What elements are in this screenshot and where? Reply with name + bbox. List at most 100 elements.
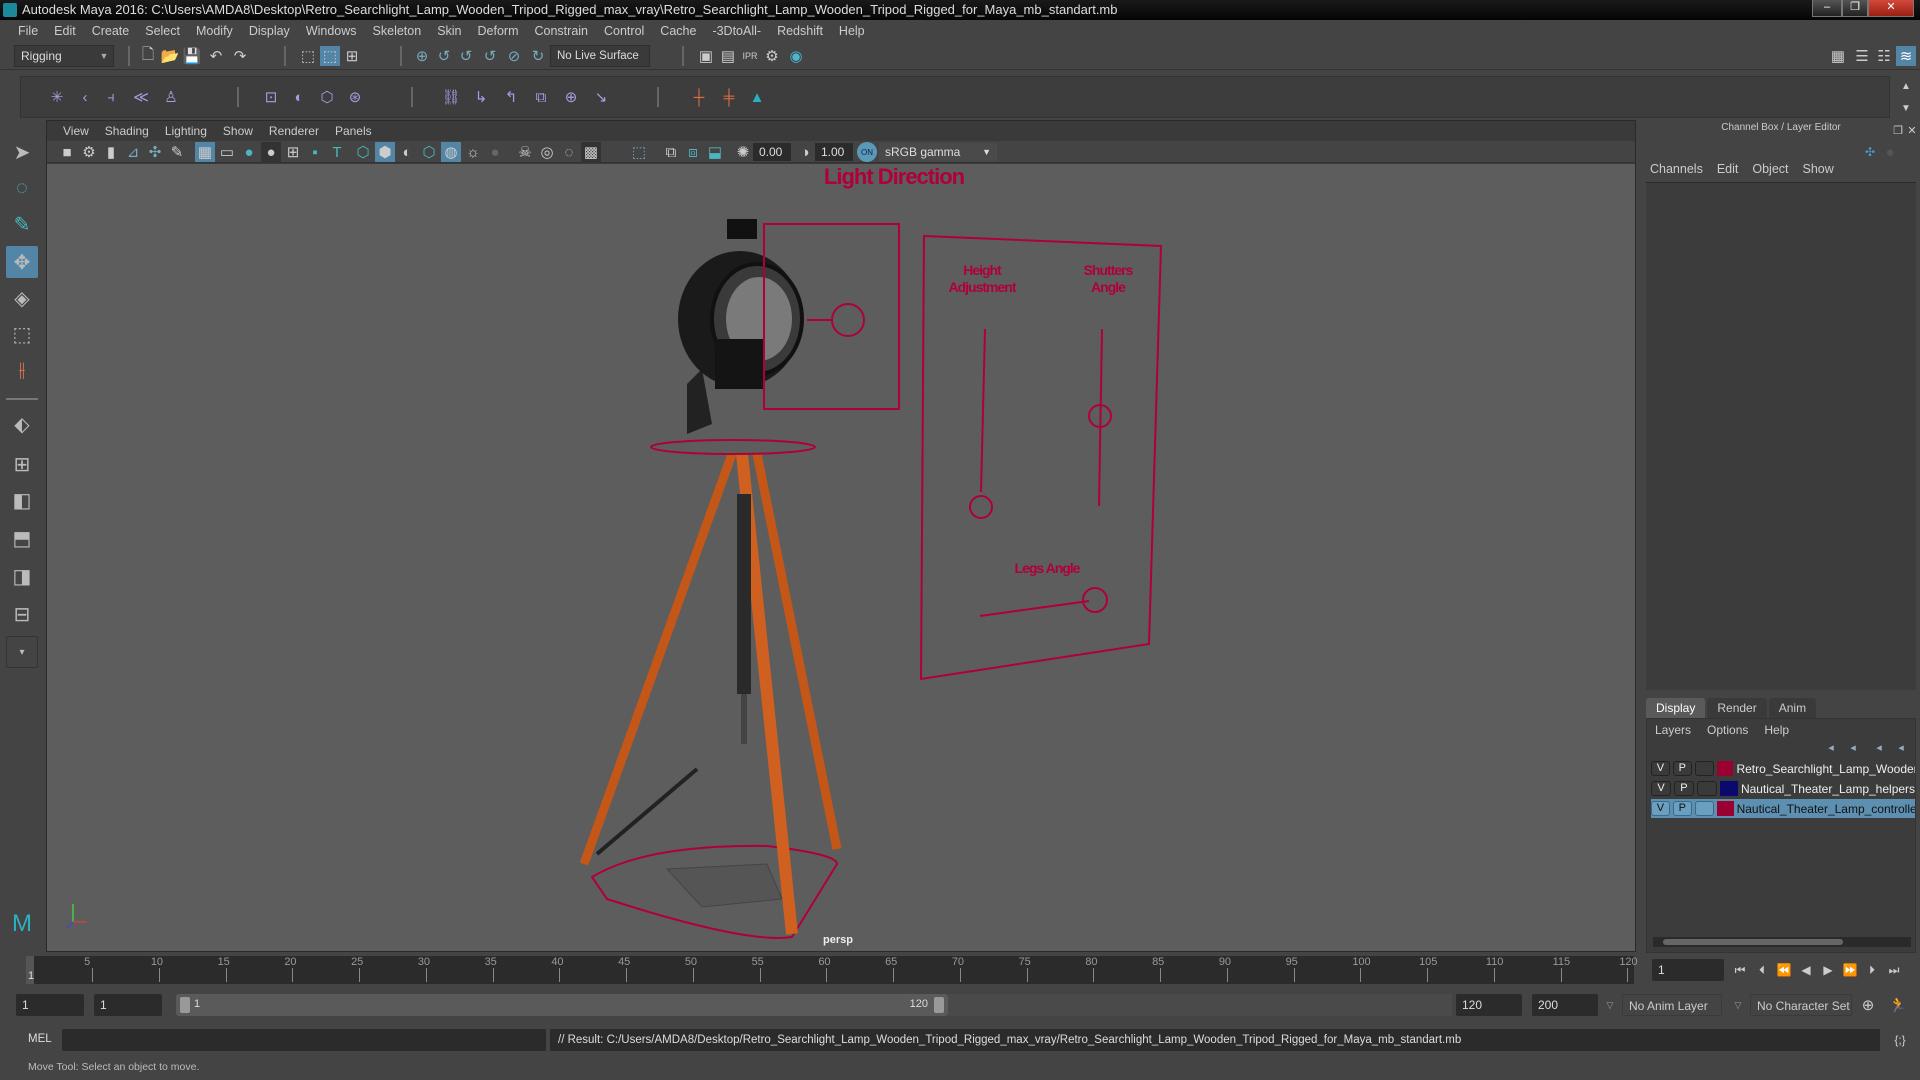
isolate-select-icon[interactable]: ▩ — [581, 142, 601, 162]
cb-menu-channels[interactable]: Channels — [1650, 162, 1703, 176]
snap-curve-icon[interactable]: ↺ — [434, 46, 454, 66]
anim-layer-dropdown[interactable]: No Anim Layer — [1622, 994, 1722, 1016]
menu-create[interactable]: Create — [84, 20, 138, 42]
image-plane-icon[interactable]: ⊿ — [123, 142, 143, 162]
minimize-button[interactable]: – — [1812, 0, 1842, 17]
menu-modify[interactable]: Modify — [188, 20, 241, 42]
screen-space-ao-icon[interactable]: ● — [485, 142, 505, 162]
playback-start-field[interactable]: 1 — [94, 994, 162, 1016]
time-ruler[interactable]: 1 5 10 15 20 25 30 35 40 45 50 55 60 65 70 75 80 85 90 95 1… — [26, 956, 1638, 984]
modeling-toolkit-icon[interactable]: ▦ — [1828, 46, 1848, 66]
channel-sync-icon[interactable]: ● — [1880, 142, 1900, 162]
paint-weights-icon[interactable]: ◐ — [289, 87, 309, 107]
script-language-toggle[interactable]: MEL — [28, 1033, 52, 1045]
safe-title-icon[interactable]: T — [327, 142, 347, 162]
exposure-field[interactable]: 0.00 — [753, 143, 791, 161]
camera-attributes-icon[interactable]: ⚙ — [79, 142, 99, 162]
menu-deform[interactable]: Deform — [470, 20, 527, 42]
joint-tool-icon[interactable]: ✳ — [47, 87, 67, 107]
depth-of-field-icon[interactable]: ◌ — [559, 142, 579, 162]
menu-control[interactable]: Control — [596, 20, 652, 42]
hypershade-icon[interactable]: ◉ — [786, 46, 806, 66]
xray-icon[interactable]: ⬚ — [629, 142, 649, 162]
step-forward-frame-icon[interactable]: ⏵ — [1862, 960, 1882, 980]
snap-view-plane-icon[interactable]: ↺ — [480, 46, 500, 66]
safe-action-icon[interactable]: ▪ — [305, 142, 325, 162]
move-layer-up-icon[interactable]: ◂ — [1821, 737, 1841, 757]
channel-box-toggle-icon[interactable]: ≋ — [1896, 46, 1916, 66]
le-menu-layers[interactable]: Layers — [1655, 723, 1691, 737]
shelf-scroll-down-icon[interactable]: ▼ — [1896, 98, 1916, 118]
snap-surface-icon[interactable]: ⊘ — [504, 46, 524, 66]
lasso-tool-icon[interactable]: ◌ — [6, 172, 38, 204]
layer-editor-scrollbar[interactable] — [1653, 937, 1911, 947]
3dtoall-icon[interactable]: ▲ — [747, 87, 767, 107]
select-object-icon[interactable]: ⬚ — [320, 46, 340, 66]
wireframe-on-shaded-icon[interactable]: ◐ — [397, 142, 417, 162]
redo-icon[interactable]: ↷ — [230, 46, 250, 66]
four-view-layout-icon[interactable]: ⊞ — [6, 448, 38, 480]
scale-constraint-icon[interactable]: ⧉ — [531, 87, 551, 107]
move-tool-icon[interactable]: ✥ — [6, 246, 38, 278]
current-frame-field[interactable]: 1 — [1652, 959, 1724, 981]
select-component-icon[interactable]: ⊞ — [342, 46, 362, 66]
le-menu-help[interactable]: Help — [1764, 723, 1789, 737]
axis-manipulator-icon[interactable]: ✣ — [1860, 142, 1880, 162]
3d-viewport[interactable]: Light Direction Height Adjustment Shutte… — [47, 164, 1635, 951]
ik-spline-icon[interactable]: ⫞ — [101, 87, 121, 107]
xray-active-icon[interactable]: ⧈ — [683, 142, 703, 162]
head-ring-controller[interactable] — [650, 439, 816, 455]
insert-joint-icon[interactable]: ≪ — [131, 87, 151, 107]
snap-live-icon[interactable]: ↻ — [528, 46, 548, 66]
cb-menu-edit[interactable]: Edit — [1717, 162, 1739, 176]
shadows-icon[interactable]: ☼ — [463, 142, 483, 162]
legs-angle-handle[interactable] — [1082, 587, 1108, 613]
command-input[interactable] — [62, 1029, 546, 1051]
locator-constraint-icon[interactable]: ╪ — [719, 87, 739, 107]
play-forward-icon[interactable]: ▶ — [1818, 960, 1838, 980]
2d-pan-zoom-icon[interactable]: ✣ — [145, 142, 165, 162]
resolution-gate-icon[interactable]: ● — [239, 142, 259, 162]
le-menu-options[interactable]: Options — [1707, 723, 1748, 737]
color-space-dropdown[interactable]: sRGB gamma ▼ — [879, 143, 997, 161]
paint-select-tool-icon[interactable]: ✎ — [6, 208, 38, 240]
layer-color-swatch[interactable] — [1716, 801, 1734, 816]
save-scene-icon[interactable]: 💾 — [182, 46, 202, 66]
range-slider[interactable]: 1 120 — [176, 994, 948, 1016]
vp-menu-renderer[interactable]: Renderer — [261, 121, 327, 141]
backface-culling-icon[interactable]: ⬓ — [705, 142, 725, 162]
field-chart-icon[interactable]: ⊞ — [283, 142, 303, 162]
vp-menu-panels[interactable]: Panels — [327, 121, 380, 141]
vp-menu-view[interactable]: View — [55, 121, 97, 141]
bind-skin-icon[interactable]: ⊡ — [261, 87, 281, 107]
step-back-key-icon[interactable]: ⏪ — [1774, 960, 1794, 980]
chevron-down-icon[interactable]: ▽ — [1728, 995, 1748, 1015]
layer-visibility-toggle[interactable]: V — [1651, 761, 1670, 776]
menu-3dtoall[interactable]: -3DtoAll- — [704, 20, 769, 42]
render-view-icon[interactable]: ▣ — [696, 46, 716, 66]
render-current-frame-icon[interactable]: ▤ — [718, 46, 738, 66]
undo-icon[interactable]: ↶ — [206, 46, 226, 66]
parent-constraint-icon[interactable]: ⛓ — [441, 87, 461, 107]
menu-redshift[interactable]: Redshift — [769, 20, 831, 42]
menu-skin[interactable]: Skin — [429, 20, 469, 42]
locator-icon[interactable]: ┼ — [689, 87, 709, 107]
play-backward-icon[interactable]: ◀ — [1796, 960, 1816, 980]
menu-edit[interactable]: Edit — [46, 20, 84, 42]
snap-grid-icon[interactable]: ⊕ — [412, 46, 432, 66]
render-settings-icon[interactable]: ⚙ — [762, 46, 782, 66]
layer-display-type-toggle[interactable] — [1694, 761, 1714, 776]
exposure-icon[interactable]: ✺ — [733, 142, 753, 162]
animation-preferences-icon[interactable]: 🏃 — [1888, 995, 1908, 1015]
menu-windows[interactable]: Windows — [298, 20, 365, 42]
step-back-frame-icon[interactable]: ⏴ — [1752, 960, 1772, 980]
grid-icon[interactable]: ▦ — [195, 142, 215, 162]
menu-set-dropdown[interactable]: Rigging ▼ — [14, 45, 114, 67]
gamma-icon[interactable]: ◑ — [795, 142, 815, 162]
motion-blur-icon[interactable]: ☠ — [515, 142, 535, 162]
attribute-editor-icon[interactable]: ☰ — [1852, 46, 1872, 66]
cb-menu-show[interactable]: Show — [1803, 162, 1834, 176]
aim-constraint-icon[interactable]: ⊕ — [561, 87, 581, 107]
layer-display-type-toggle[interactable] — [1696, 781, 1717, 796]
open-scene-icon[interactable]: 📂 — [160, 46, 180, 66]
